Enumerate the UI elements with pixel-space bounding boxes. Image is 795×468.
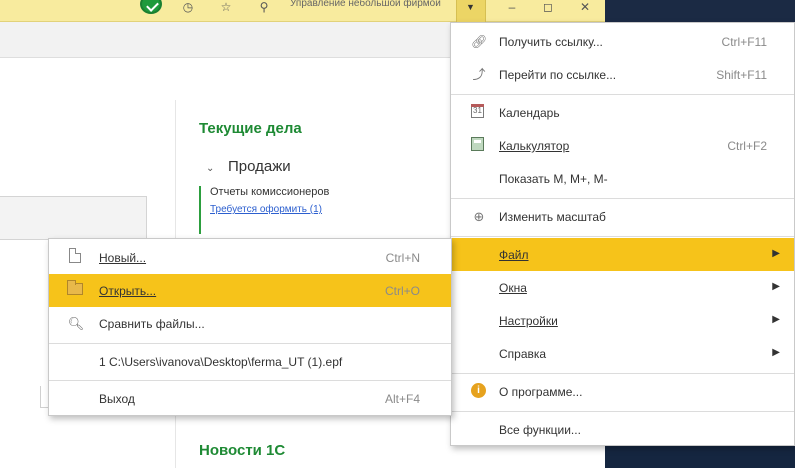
menu-item-zoom[interactable]: ⊕ Изменить масштаб <box>451 200 794 233</box>
menu-item-settings[interactable]: Настройки ▶ <box>451 304 794 337</box>
menu-item-all-functions[interactable]: Все функции... <box>451 413 794 446</box>
maximize-icon[interactable]: ◻ <box>541 0 555 14</box>
menu-separator <box>451 94 794 95</box>
menu-item-get-link[interactable]: 🔗︎ Получить ссылку... Ctrl+F11 <box>451 25 794 58</box>
calculator-icon <box>471 137 484 151</box>
current-tasks-title: Текущие дела <box>199 120 302 137</box>
menu-item-windows[interactable]: Окна ▶ <box>451 271 794 304</box>
search-icon[interactable]: ⚲ <box>256 0 272 14</box>
compare-files-icon: 🔍︎ <box>67 316 85 331</box>
commission-reports-block: Отчеты комиссионеров Требуется оформить … <box>199 186 329 234</box>
goto-link-icon: ⤴ <box>472 67 486 82</box>
open-folder-icon <box>67 280 83 295</box>
desktop-background-top <box>605 0 795 22</box>
menu-item-about[interactable]: i О программе... <box>451 375 794 408</box>
submenu-arrow-icon: ▶ <box>772 281 780 292</box>
history-icon[interactable]: ◷ <box>180 0 196 14</box>
submenu-arrow-icon: ▶ <box>772 248 780 259</box>
menu-item-help[interactable]: Справка ▶ <box>451 337 794 370</box>
sales-label: Продажи <box>228 158 291 175</box>
left-panel-box <box>0 196 147 240</box>
close-icon[interactable]: ✕ <box>578 0 592 14</box>
app-logo-icon <box>140 0 162 14</box>
file-item-new[interactable]: Новый... Ctrl+N <box>49 241 451 274</box>
file-item-open[interactable]: Открыть... Ctrl+O <box>49 274 451 307</box>
favorites-icon[interactable]: ☆ <box>218 0 234 14</box>
window-title: Управление небольшой фирмой <box>290 0 441 9</box>
info-icon: i <box>471 383 486 398</box>
menu-item-calculator[interactable]: Калькулятор Ctrl+F2 <box>451 129 794 162</box>
main-menu: 🔗︎ Получить ссылку... Ctrl+F11 ⤴ Перейти… <box>450 22 795 446</box>
file-item-exit[interactable]: Выход Alt+F4 <box>49 382 451 415</box>
minimize-icon[interactable]: – <box>505 0 519 14</box>
reports-title: Отчеты комиссионеров <box>210 186 330 198</box>
zoom-icon: ⊕ <box>473 209 485 224</box>
menu-separator <box>451 198 794 199</box>
sales-group[interactable]: ⌄ Продажи <box>206 158 291 175</box>
submenu-arrow-icon: ▶ <box>772 314 780 325</box>
menu-item-goto-link[interactable]: ⤴ Перейти по ссылке... Shift+F11 <box>451 58 794 91</box>
menu-separator <box>451 236 794 237</box>
new-document-icon <box>69 248 81 263</box>
window-titlebar: ◷ ☆ ⚲ Управление небольшой фирмой ▼ – ◻ … <box>0 0 605 22</box>
menu-separator <box>451 373 794 374</box>
menu-item-show-memory[interactable]: Показать M, M+, M- <box>451 162 794 195</box>
chevron-down-icon: ⌄ <box>206 163 215 174</box>
menu-item-file[interactable]: Файл ▶ <box>451 238 794 271</box>
menu-separator <box>451 411 794 412</box>
main-menu-button[interactable]: ▼ <box>456 0 486 22</box>
link-icon: 🔗︎ <box>471 34 488 49</box>
menu-item-calendar[interactable]: 31 Календарь <box>451 96 794 129</box>
news-title: Новости 1С <box>199 442 286 459</box>
reports-link[interactable]: Требуется оформить (1) <box>210 204 329 215</box>
chevron-down-icon: ▼ <box>466 2 475 12</box>
submenu-arrow-icon: ▶ <box>772 347 780 358</box>
menu-separator <box>49 380 451 381</box>
file-item-recent[interactable]: 1 C:\Users\ivanova\Desktop\ferma_UT (1).… <box>49 345 451 378</box>
file-submenu: Новый... Ctrl+N Открыть... Ctrl+O 🔍︎ Сра… <box>48 238 452 416</box>
calendar-icon: 31 <box>471 104 484 118</box>
file-item-compare[interactable]: 🔍︎ Сравнить файлы... <box>49 307 451 340</box>
menu-separator <box>49 343 451 344</box>
